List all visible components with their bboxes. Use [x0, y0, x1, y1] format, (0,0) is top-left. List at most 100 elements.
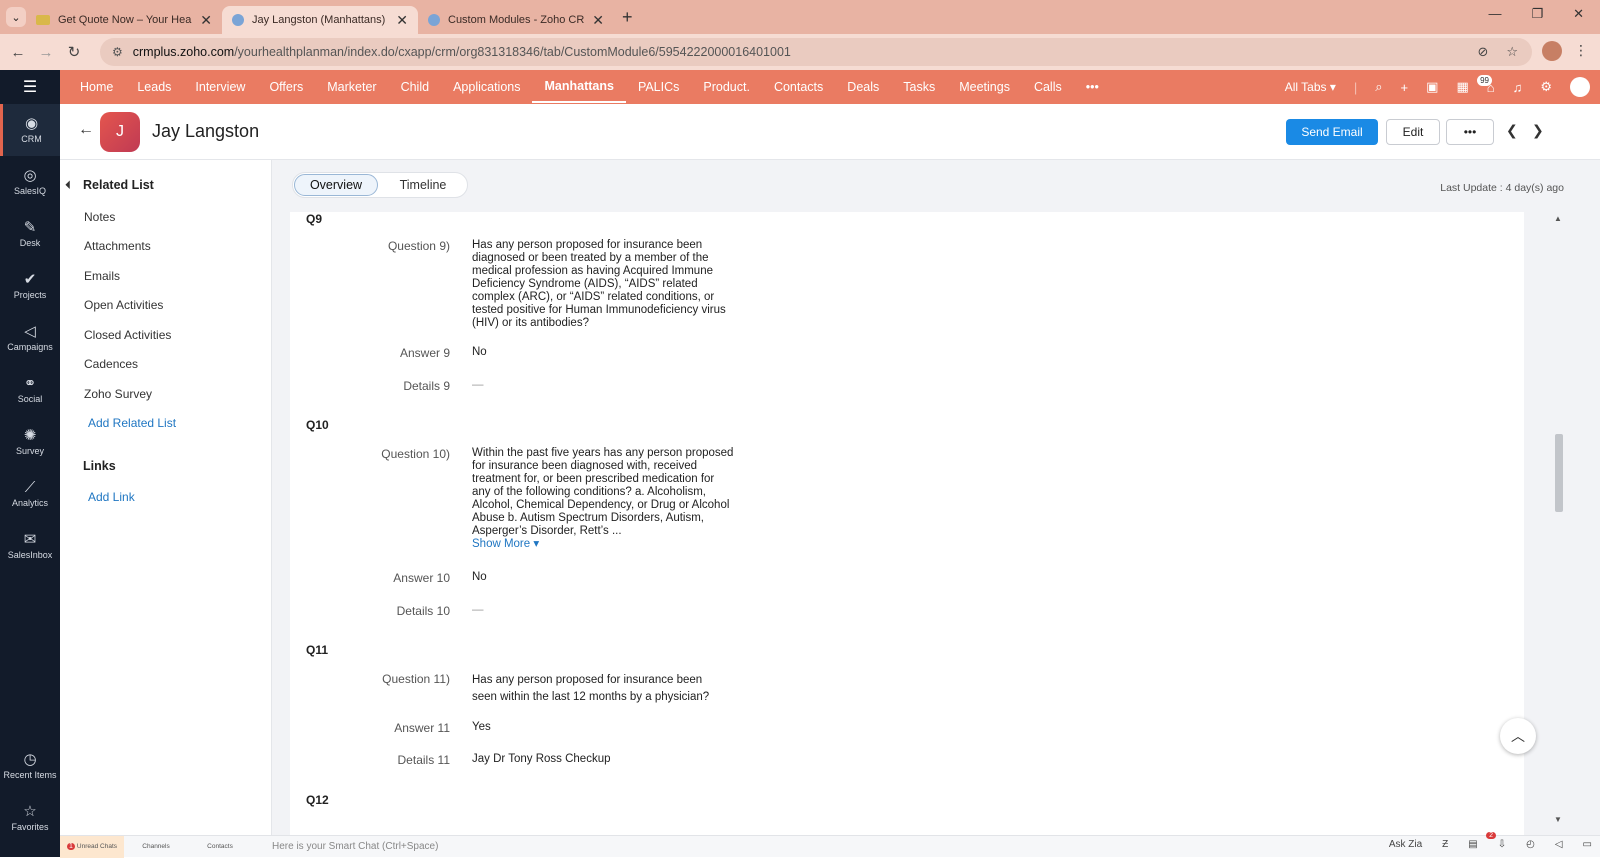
- collapse-panel-icon[interactable]: ⏴: [65, 178, 71, 193]
- browser-tab[interactable]: Get Quote Now – Your Health P ✕: [26, 6, 222, 34]
- related-item-attachments[interactable]: Attachments: [84, 239, 151, 253]
- related-item-open-activities[interactable]: Open Activities: [84, 298, 163, 312]
- rail-item-recent[interactable]: ◷ Recent Items: [0, 740, 60, 792]
- scroll-to-top-button[interactable]: ︿: [1500, 718, 1536, 754]
- related-item-notes[interactable]: Notes: [84, 210, 115, 224]
- tab-timeline[interactable]: Timeline: [385, 174, 461, 196]
- tab-manhattans[interactable]: Manhattans: [532, 71, 626, 103]
- eye-off-icon[interactable]: ⊘: [1477, 44, 1488, 60]
- settings-gear-icon[interactable]: ⚙: [1540, 79, 1552, 95]
- related-item-zoho-survey[interactable]: Zoho Survey: [84, 387, 152, 401]
- rail-item-social[interactable]: ⚭ Social: [0, 364, 60, 416]
- ask-zia-button[interactable]: Ask Zia: [1389, 839, 1422, 850]
- close-window-icon[interactable]: ✕: [1573, 6, 1584, 22]
- contacts-button[interactable]: Contacts: [188, 843, 252, 850]
- tab-meetings[interactable]: Meetings: [947, 70, 1022, 104]
- zoho-favicon-icon: [428, 14, 440, 26]
- related-item-closed-activities[interactable]: Closed Activities: [84, 328, 171, 342]
- browser-tab-active[interactable]: Jay Langston (Manhattans) - Zo ✕: [222, 6, 418, 34]
- scroll-up-icon[interactable]: ▲: [1554, 214, 1562, 223]
- close-tab-icon[interactable]: ✕: [396, 12, 408, 29]
- close-tab-icon[interactable]: ✕: [200, 12, 212, 29]
- activity-icon[interactable]: ▣: [1426, 79, 1438, 95]
- browser-tab[interactable]: Custom Modules - Zoho CRM ✕: [418, 6, 614, 34]
- announce-icon[interactable]: ◁: [1555, 839, 1563, 850]
- rail-item-projects[interactable]: ✔ Projects: [0, 260, 60, 312]
- record-main: Overview Timeline Last Update : 4 day(s)…: [272, 160, 1600, 835]
- next-record-icon[interactable]: ❯: [1532, 122, 1544, 139]
- back-arrow-icon[interactable]: ←: [4, 44, 32, 61]
- close-tab-icon[interactable]: ✕: [592, 12, 604, 29]
- site-info-icon[interactable]: ⚙: [112, 45, 123, 59]
- previous-record-icon[interactable]: ❮: [1506, 122, 1518, 139]
- rail-item-desk[interactable]: ✎ Desk: [0, 208, 60, 260]
- restore-icon[interactable]: ❐: [1531, 6, 1543, 22]
- calendar-icon[interactable]: ▦: [1456, 79, 1468, 95]
- more-actions-button[interactable]: •••: [1446, 119, 1494, 145]
- section-title: Q11: [306, 643, 329, 657]
- tab-tasks[interactable]: Tasks: [891, 70, 947, 104]
- show-more-link[interactable]: Show More ▾: [472, 538, 539, 550]
- forward-arrow-icon[interactable]: →: [32, 44, 60, 61]
- chat-icon[interactable]: ▭: [1583, 839, 1592, 850]
- channels-button[interactable]: Channels: [124, 843, 188, 850]
- search-icon[interactable]: ⌕: [1375, 79, 1382, 95]
- bookmark-star-icon[interactable]: ☆: [1506, 44, 1518, 60]
- zia-icon[interactable]: Ƶ: [1442, 839, 1448, 850]
- related-list-title: Related List: [83, 178, 154, 192]
- reload-icon[interactable]: ↻: [60, 43, 88, 61]
- unread-badge: 1: [66, 843, 75, 850]
- profile-avatar[interactable]: [1542, 41, 1562, 61]
- tab-product[interactable]: Product.: [691, 70, 762, 104]
- alarm-icon[interactable]: ◴: [1526, 839, 1535, 850]
- scroll-thumb[interactable]: [1555, 434, 1563, 512]
- scroll-down-icon[interactable]: ▼: [1554, 815, 1562, 824]
- smart-chat-input[interactable]: Here is your Smart Chat (Ctrl+Space): [272, 841, 438, 852]
- tab-search-button[interactable]: ⌄: [6, 7, 26, 27]
- send-email-button[interactable]: Send Email: [1286, 119, 1378, 145]
- all-tabs-dropdown[interactable]: All Tabs ▾: [1285, 80, 1336, 94]
- tab-child[interactable]: Child: [389, 70, 442, 104]
- tab-deals[interactable]: Deals: [835, 70, 891, 104]
- tab-calls[interactable]: Calls: [1022, 70, 1074, 104]
- more-tabs-button[interactable]: •••: [1074, 70, 1111, 104]
- tab-palics[interactable]: PALICs: [626, 70, 691, 104]
- module-nav: Home Leads Interview Offers Marketer Chi…: [60, 70, 1600, 104]
- field-value: —: [472, 379, 484, 391]
- rail-item-salesinbox[interactable]: ✉ SalesInbox: [0, 520, 60, 572]
- rail-label: SalesInbox: [7, 550, 53, 560]
- unread-chats-button[interactable]: 1 Unread Chats: [60, 835, 124, 858]
- related-item-emails[interactable]: Emails: [84, 269, 120, 283]
- notes-icon[interactable]: ▤: [1468, 839, 1477, 850]
- record-header: ← J Jay Langston Send Email Edit ••• ❮ ❯: [60, 104, 1600, 160]
- minimize-icon[interactable]: —: [1488, 6, 1501, 22]
- rail-item-analytics[interactable]: ⟋ Analytics: [0, 468, 60, 520]
- download-icon[interactable]: ⇩: [1498, 839, 1506, 850]
- edit-button[interactable]: Edit: [1386, 119, 1440, 145]
- tab-overview[interactable]: Overview: [294, 174, 378, 196]
- address-bar[interactable]: ⚙ crmplus.zoho.com/yourhealthplanman/ind…: [100, 38, 1532, 66]
- tab-applications[interactable]: Applications: [441, 70, 532, 104]
- back-arrow-icon[interactable]: ←: [78, 121, 94, 139]
- new-tab-icon[interactable]: +: [622, 7, 633, 28]
- scrollbar[interactable]: ▲ ▼: [1552, 212, 1566, 824]
- tab-home[interactable]: Home: [68, 70, 125, 104]
- tab-leads[interactable]: Leads: [125, 70, 183, 104]
- bell-icon[interactable]: ♫: [1513, 80, 1523, 95]
- tab-offers[interactable]: Offers: [257, 70, 315, 104]
- add-icon[interactable]: +: [1401, 80, 1409, 95]
- rail-item-survey[interactable]: ✺ Survey: [0, 416, 60, 468]
- add-link[interactable]: Add Link: [88, 490, 135, 504]
- user-avatar[interactable]: [1570, 77, 1590, 97]
- related-item-cadences[interactable]: Cadences: [84, 357, 138, 371]
- add-related-list-link[interactable]: Add Related List: [88, 416, 176, 430]
- tab-contacts[interactable]: Contacts: [762, 70, 835, 104]
- rail-item-crm[interactable]: ◉ CRM: [0, 104, 60, 156]
- tab-interview[interactable]: Interview: [183, 70, 257, 104]
- browser-menu-icon[interactable]: ⋮: [1574, 42, 1588, 59]
- tab-marketer[interactable]: Marketer: [315, 70, 388, 104]
- hamburger-menu-icon[interactable]: ☰: [0, 70, 60, 104]
- rail-item-campaigns[interactable]: ◁ Campaigns: [0, 312, 60, 364]
- rail-item-salesiq[interactable]: ◎ SalesIQ: [0, 156, 60, 208]
- rail-item-favorites[interactable]: ☆ Favorites: [0, 792, 60, 844]
